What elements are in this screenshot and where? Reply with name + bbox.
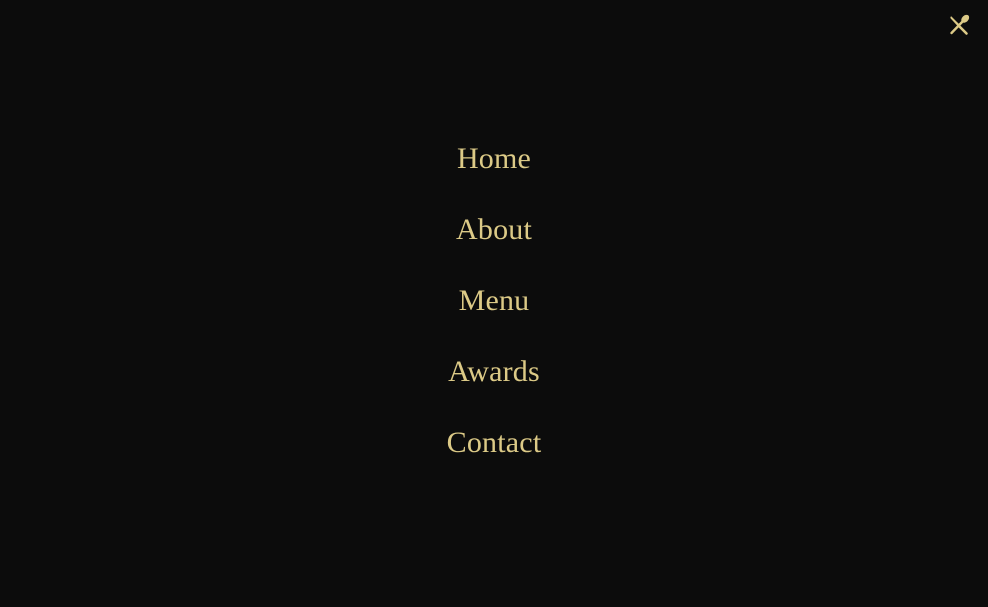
nav-item-about: About bbox=[0, 209, 988, 280]
nav-link-contact[interactable]: Contact bbox=[447, 422, 542, 464]
nav-link-about[interactable]: About bbox=[456, 209, 532, 251]
nav-item-home: Home bbox=[0, 138, 988, 209]
nav-item-menu: Menu bbox=[0, 280, 988, 351]
main-navigation: Home About Menu Awards Contact bbox=[0, 138, 988, 493]
close-icon bbox=[947, 13, 971, 37]
nav-link-home[interactable]: Home bbox=[457, 138, 531, 180]
close-menu-button[interactable] bbox=[946, 12, 972, 38]
nav-link-menu[interactable]: Menu bbox=[459, 280, 530, 322]
nav-item-contact: Contact bbox=[0, 422, 988, 493]
nav-link-awards[interactable]: Awards bbox=[448, 351, 540, 393]
mobile-menu-overlay: Home About Menu Awards Contact bbox=[0, 0, 988, 607]
nav-item-awards: Awards bbox=[0, 351, 988, 422]
